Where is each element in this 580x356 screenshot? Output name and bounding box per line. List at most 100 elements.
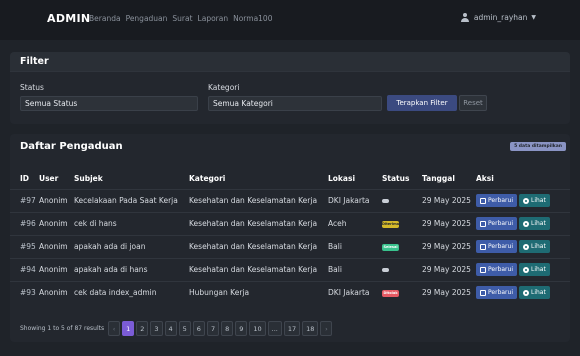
status-badge: Ditolak xyxy=(382,289,399,297)
complaint-list-card: Daftar Pengaduan 5 data ditampilkan ID U… xyxy=(10,134,570,342)
view-button[interactable]: Lihat xyxy=(518,286,550,300)
view-button[interactable]: Lihat xyxy=(518,263,550,276)
pagination-page-ellipsis: ... xyxy=(267,321,282,336)
kategori-select[interactable]: Semua Kategori xyxy=(208,96,382,111)
nav-link-laporan[interactable]: Laporan xyxy=(198,14,229,23)
eye-icon xyxy=(522,289,529,296)
top-navbar: ADMIN Beranda Pengaduan Surat Laporan No… xyxy=(0,0,580,40)
row-status: Ditolak xyxy=(382,280,422,304)
table-row: #94 Anonim apakah ada di hans Kesehatan dan… xyxy=(10,257,570,281)
row-kategori: Kesehatan dan Keselamatan Kerja xyxy=(189,211,328,235)
nav-link-beranda[interactable]: Beranda xyxy=(89,14,121,23)
edit-button[interactable]: Perbarui xyxy=(476,286,517,300)
filter-card: Filter xyxy=(10,52,570,124)
status-badge xyxy=(382,268,389,272)
edit-icon xyxy=(480,197,486,204)
row-status: Diterima xyxy=(382,211,422,235)
pagination-next[interactable]: › xyxy=(320,321,333,336)
pagination-page-9[interactable]: 9 xyxy=(235,321,248,336)
view-button[interactable]: Lihat xyxy=(518,217,550,230)
row-user: Anonim xyxy=(39,257,74,281)
row-tanggal: 29 May 2025 xyxy=(422,211,476,235)
col-header-status: Status xyxy=(382,174,410,184)
pagination-pages: 1 2 3 4 5 6 7 8 9 10... 17 18 xyxy=(122,321,319,336)
chevron-down-icon: ▼ xyxy=(531,14,536,21)
table-row: #97 Anonim Kecelakaan Pada Saat Kerja Keseh… xyxy=(10,188,570,212)
nav-link-surat[interactable]: Surat xyxy=(172,14,192,23)
row-tanggal: 29 May 2025 xyxy=(422,257,476,281)
edit-label: Perbarui xyxy=(488,243,513,250)
row-actions: Perbarui Lihat xyxy=(476,234,570,258)
complaint-table: ID User Subjek Kategori Lokasi Status Ta… xyxy=(10,169,570,304)
edit-button[interactable]: Perbarui xyxy=(476,217,517,230)
row-id: #95 xyxy=(10,234,39,258)
kategori-label: Kategori xyxy=(208,83,240,92)
nav-link-pengaduan[interactable]: Pengaduan xyxy=(126,14,168,23)
row-lokasi: Aceh xyxy=(328,211,382,235)
row-lokasi: DKI Jakarta xyxy=(328,188,382,212)
row-subjek: apakah ada di hans xyxy=(74,257,189,281)
pagination-page-4[interactable]: 4 xyxy=(164,321,177,336)
view-button[interactable]: Lihat xyxy=(518,194,550,207)
pagination-page-17[interactable]: 17 xyxy=(283,321,301,336)
edit-label: Perbarui xyxy=(488,197,513,204)
row-kategori: Hubungan Kerja xyxy=(189,280,328,304)
eye-icon xyxy=(522,266,529,273)
pagination-page-18[interactable]: 18 xyxy=(302,321,319,336)
edit-button[interactable]: Perbarui xyxy=(476,240,517,253)
row-kategori: Kesehatan dan Keselamatan Kerja xyxy=(189,188,328,212)
row-actions: Perbarui Lihat xyxy=(476,211,570,235)
nav-link-norma100[interactable]: Norma100 xyxy=(233,14,272,23)
edit-button[interactable]: Perbarui xyxy=(476,263,517,276)
view-label: Lihat xyxy=(530,220,546,227)
col-header-kategori: Kategori xyxy=(189,174,226,184)
pagination-page-2[interactable]: 2 xyxy=(136,321,149,336)
status-badge: Diterima xyxy=(382,220,400,228)
edit-button[interactable]: Perbarui xyxy=(476,194,517,207)
brand-logo[interactable]: ADMIN xyxy=(47,12,90,25)
filter-title: Filter xyxy=(10,52,570,72)
row-actions: Perbarui Lihat xyxy=(476,280,570,304)
pagination-info: Showing 1 to 5 of 87 results xyxy=(20,325,105,332)
row-kategori: Kesehatan dan Keselamatan Kerja xyxy=(189,234,328,258)
row-status: Selesai xyxy=(382,234,422,258)
pagination-page-3[interactable]: 3 xyxy=(150,321,163,336)
row-subjek: cek di hans xyxy=(74,211,189,235)
status-select[interactable]: Semua Status xyxy=(20,96,198,111)
table-row: #95 Anonim apakah ada di joan Kesehatan dan… xyxy=(10,234,570,258)
eye-icon xyxy=(522,220,529,227)
edit-icon xyxy=(480,220,486,227)
col-header-aksi: Aksi xyxy=(476,174,494,184)
pagination-page-10[interactable]: 10 xyxy=(249,321,266,336)
nav-links: Beranda Pengaduan Surat Laporan Norma100 xyxy=(89,14,272,23)
col-header-subjek: Subjek xyxy=(74,174,103,184)
table-header-row: ID User Subjek Kategori Lokasi Status Ta… xyxy=(10,169,570,189)
row-subjek: Kecelakaan Pada Saat Kerja xyxy=(74,188,189,212)
edit-icon xyxy=(480,243,486,250)
reset-button[interactable]: Reset xyxy=(459,95,487,111)
row-kategori: Kesehatan dan Keselamatan Kerja xyxy=(189,257,328,281)
pagination-page-7[interactable]: 7 xyxy=(206,321,220,336)
row-status xyxy=(382,188,422,212)
col-header-lokasi: Lokasi xyxy=(328,174,356,184)
user-menu[interactable]: admin_rayhan ▼ xyxy=(461,13,536,22)
view-button[interactable]: Lihat xyxy=(518,240,550,253)
row-user: Anonim xyxy=(39,234,74,258)
row-tanggal: 29 May 2025 xyxy=(422,280,476,304)
row-lokasi: Bali xyxy=(328,234,382,258)
count-badge: 5 data ditampilkan xyxy=(510,142,566,151)
row-tanggal: 29 May 2025 xyxy=(422,234,476,258)
view-label: Lihat xyxy=(530,197,546,204)
apply-filter-button[interactable]: Terapkan Filter xyxy=(387,95,457,111)
pagination-prev[interactable]: ‹ xyxy=(108,321,121,336)
row-subjek: cek data index_admin xyxy=(74,280,189,304)
list-title: Daftar Pengaduan 5 data ditampilkan xyxy=(10,134,570,158)
pagination-page-5[interactable]: 5 xyxy=(178,321,191,336)
pagination-page-1[interactable]: 1 xyxy=(122,321,135,336)
status-label: Status xyxy=(20,83,44,92)
eye-icon xyxy=(522,243,529,250)
row-lokasi: Bali xyxy=(328,257,382,281)
pagination-page-6[interactable]: 6 xyxy=(192,321,205,336)
pagination-page-8[interactable]: 8 xyxy=(221,321,234,336)
edit-label: Perbarui xyxy=(488,289,513,297)
